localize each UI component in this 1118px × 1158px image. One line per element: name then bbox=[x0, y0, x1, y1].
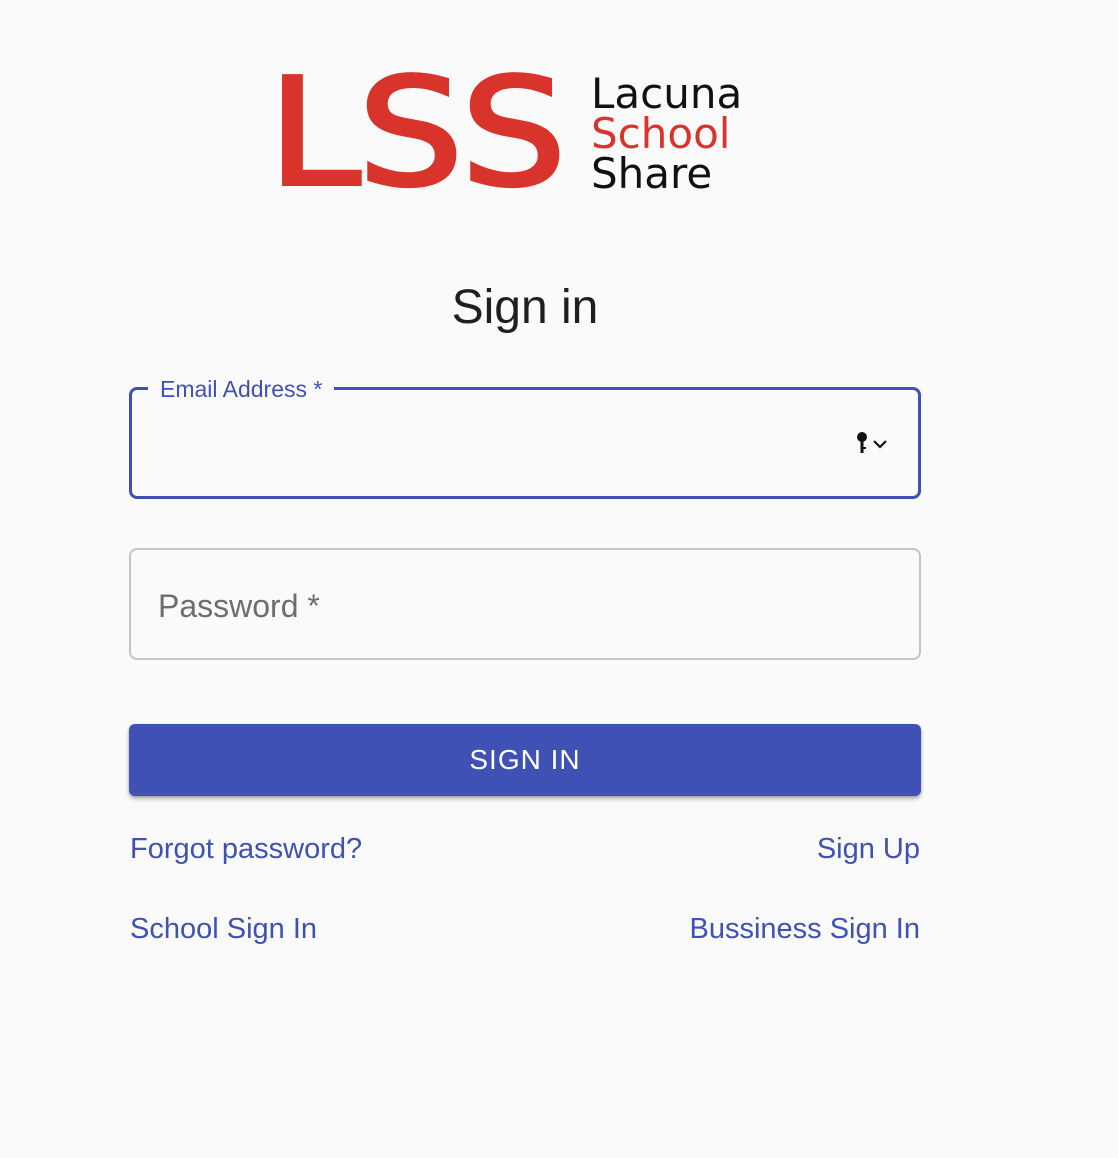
sign-in-button[interactable]: SIGN IN bbox=[129, 724, 921, 796]
email-input[interactable] bbox=[158, 420, 842, 470]
logo-mark: LSS bbox=[266, 47, 569, 219]
password-input[interactable] bbox=[157, 580, 841, 630]
forgot-password-link[interactable]: Forgot password? bbox=[130, 831, 362, 867]
logo-word-school: School bbox=[591, 109, 731, 158]
page-title: Sign in bbox=[451, 281, 599, 334]
logo-word-share: Share bbox=[591, 149, 713, 198]
keychain-autofill-icon[interactable] bbox=[854, 430, 890, 460]
business-sign-in-link[interactable]: Bussiness Sign In bbox=[689, 911, 920, 947]
logo-wordmark: Lacuna School Share bbox=[591, 69, 743, 198]
email-field[interactable]: Email Address * bbox=[129, 374, 921, 499]
lss-logo: LSS Lacuna School Share bbox=[266, 47, 788, 219]
password-field[interactable]: Password * bbox=[129, 548, 921, 660]
email-field-label: Email Address * bbox=[148, 374, 335, 404]
logo-word-lacuna: Lacuna bbox=[591, 69, 743, 118]
sign-up-link[interactable]: Sign Up bbox=[817, 831, 920, 867]
school-sign-in-link[interactable]: School Sign In bbox=[130, 911, 317, 947]
sign-in-page: LSS Lacuna School Share Sign in Email Ad… bbox=[0, 0, 1118, 1158]
